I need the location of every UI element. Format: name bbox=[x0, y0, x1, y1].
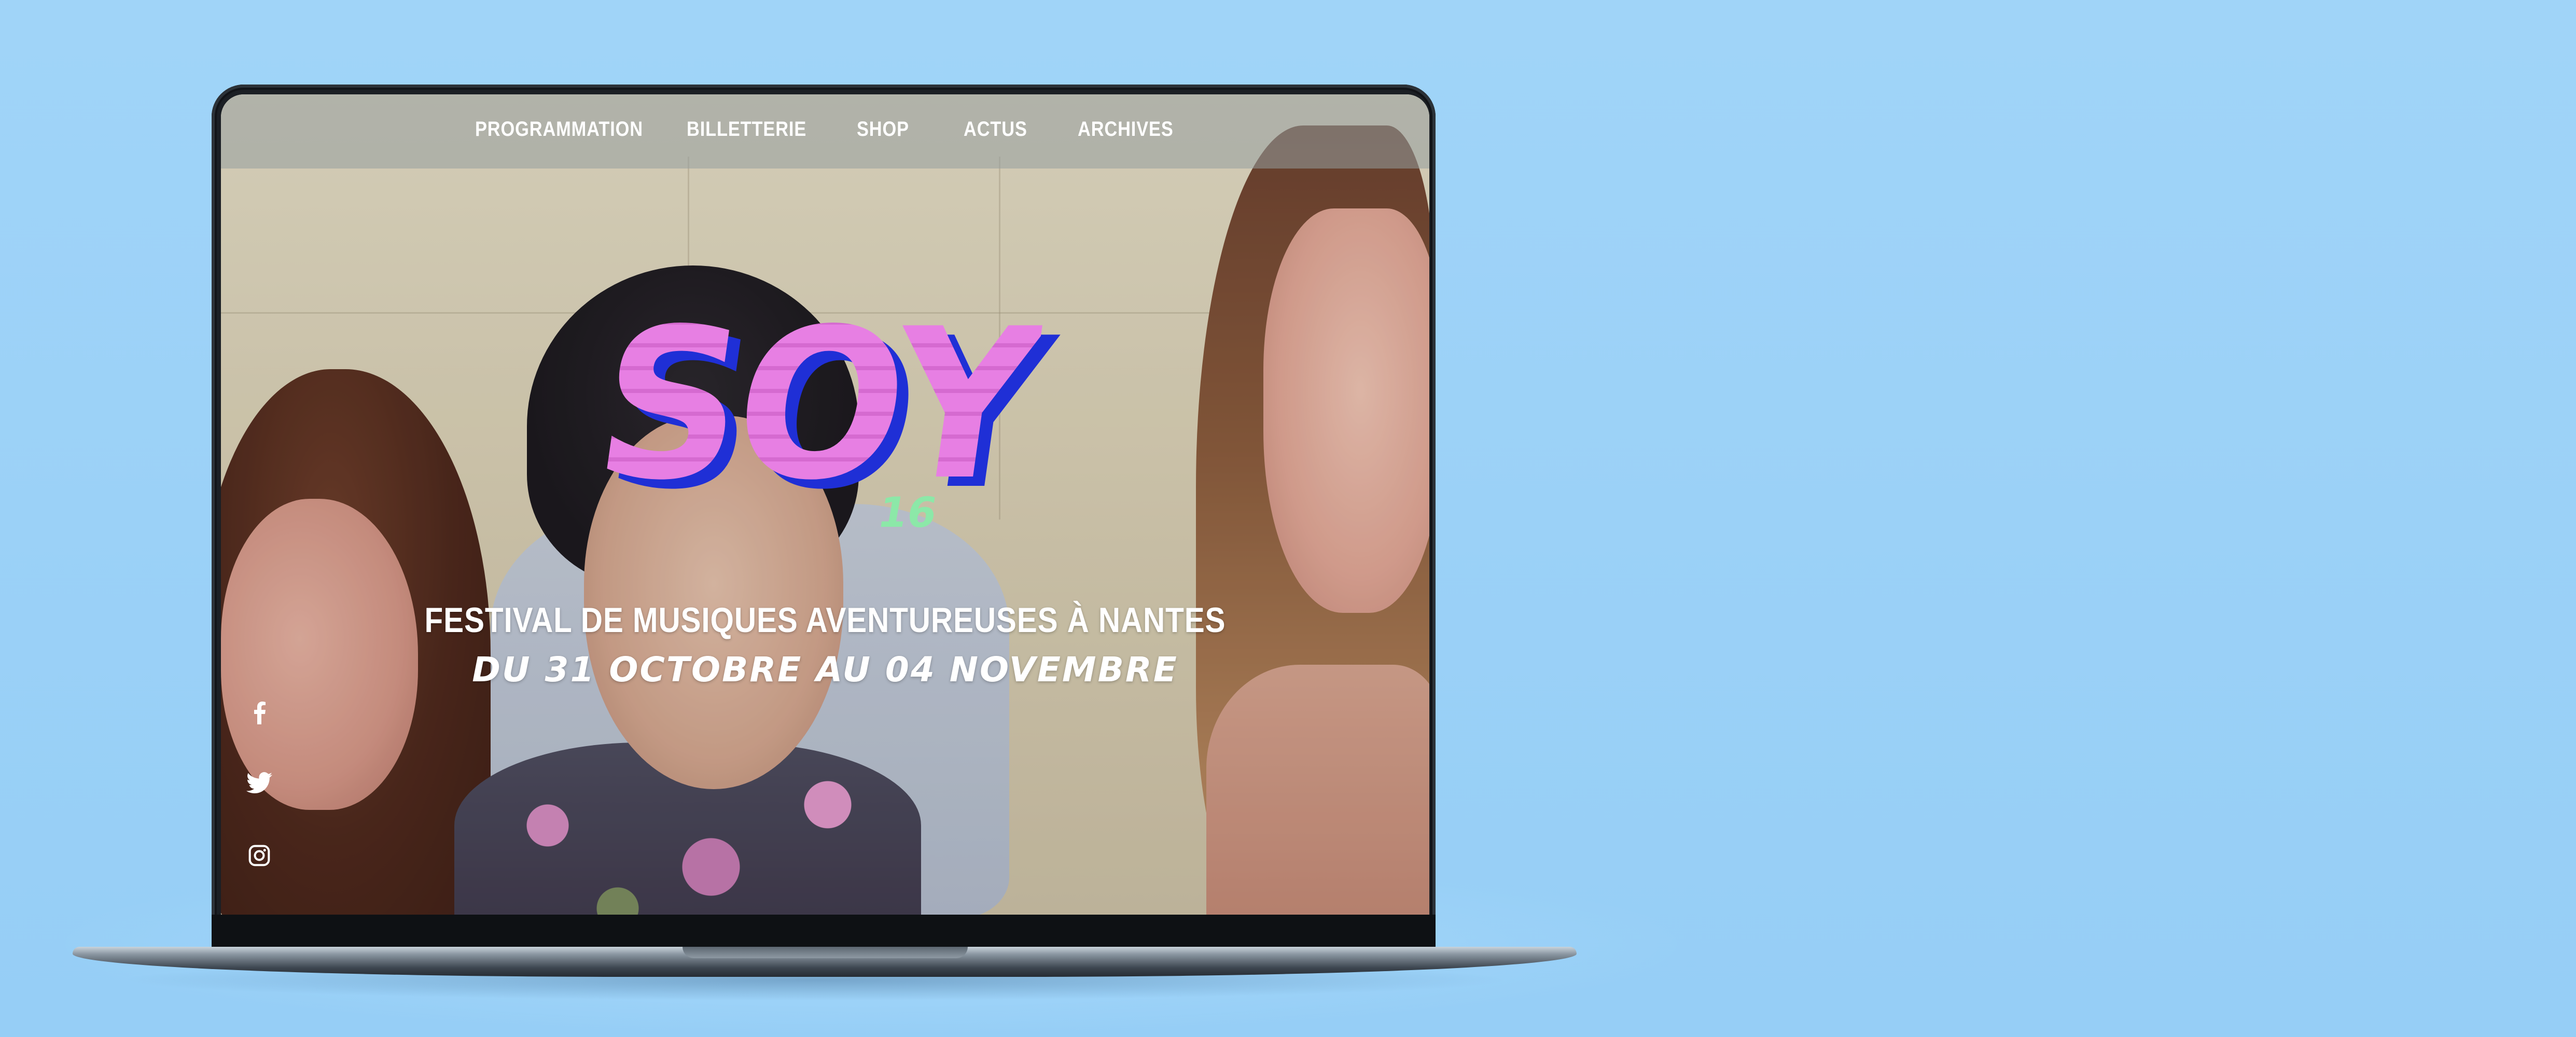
hero-tagline: FESTIVAL DE MUSIQUES AVENTUREUSES À NANT… bbox=[221, 600, 1429, 690]
nav-item-billetterie[interactable]: BILLETTERIE bbox=[687, 118, 806, 141]
nav-item-programmation[interactable]: PROGRAMMATION bbox=[475, 118, 643, 141]
laptop-notch bbox=[683, 947, 968, 958]
laptop-bezel-bottom bbox=[212, 915, 1436, 950]
logo-text: SOY bbox=[583, 285, 1048, 526]
laptop-screen: PROGRAMMATION BILLETTERIE SHOP ACTUS ARC… bbox=[221, 94, 1429, 915]
mockup-background: PROGRAMMATION BILLETTERIE SHOP ACTUS ARC… bbox=[0, 0, 2576, 1037]
festival-logo[interactable]: SOY SOY bbox=[583, 285, 1082, 540]
nav-item-archives[interactable]: ARCHIVES bbox=[1078, 118, 1174, 141]
nav-item-shop[interactable]: SHOP bbox=[857, 118, 909, 141]
festival-dates: DU 31 OCTOBRE AU 04 NOVEMBRE bbox=[472, 650, 1178, 690]
main-nav: PROGRAMMATION BILLETTERIE SHOP ACTUS ARC… bbox=[221, 94, 1429, 169]
twitter-icon[interactable] bbox=[245, 768, 274, 797]
logo-edition: 16 bbox=[874, 488, 941, 537]
nav-item-actus[interactable]: ACTUS bbox=[964, 118, 1027, 141]
facebook-icon[interactable] bbox=[245, 698, 274, 727]
tagline-text: FESTIVAL DE MUSIQUES AVENTUREUSES À NANT… bbox=[424, 600, 1226, 640]
instagram-icon[interactable] bbox=[245, 841, 274, 870]
